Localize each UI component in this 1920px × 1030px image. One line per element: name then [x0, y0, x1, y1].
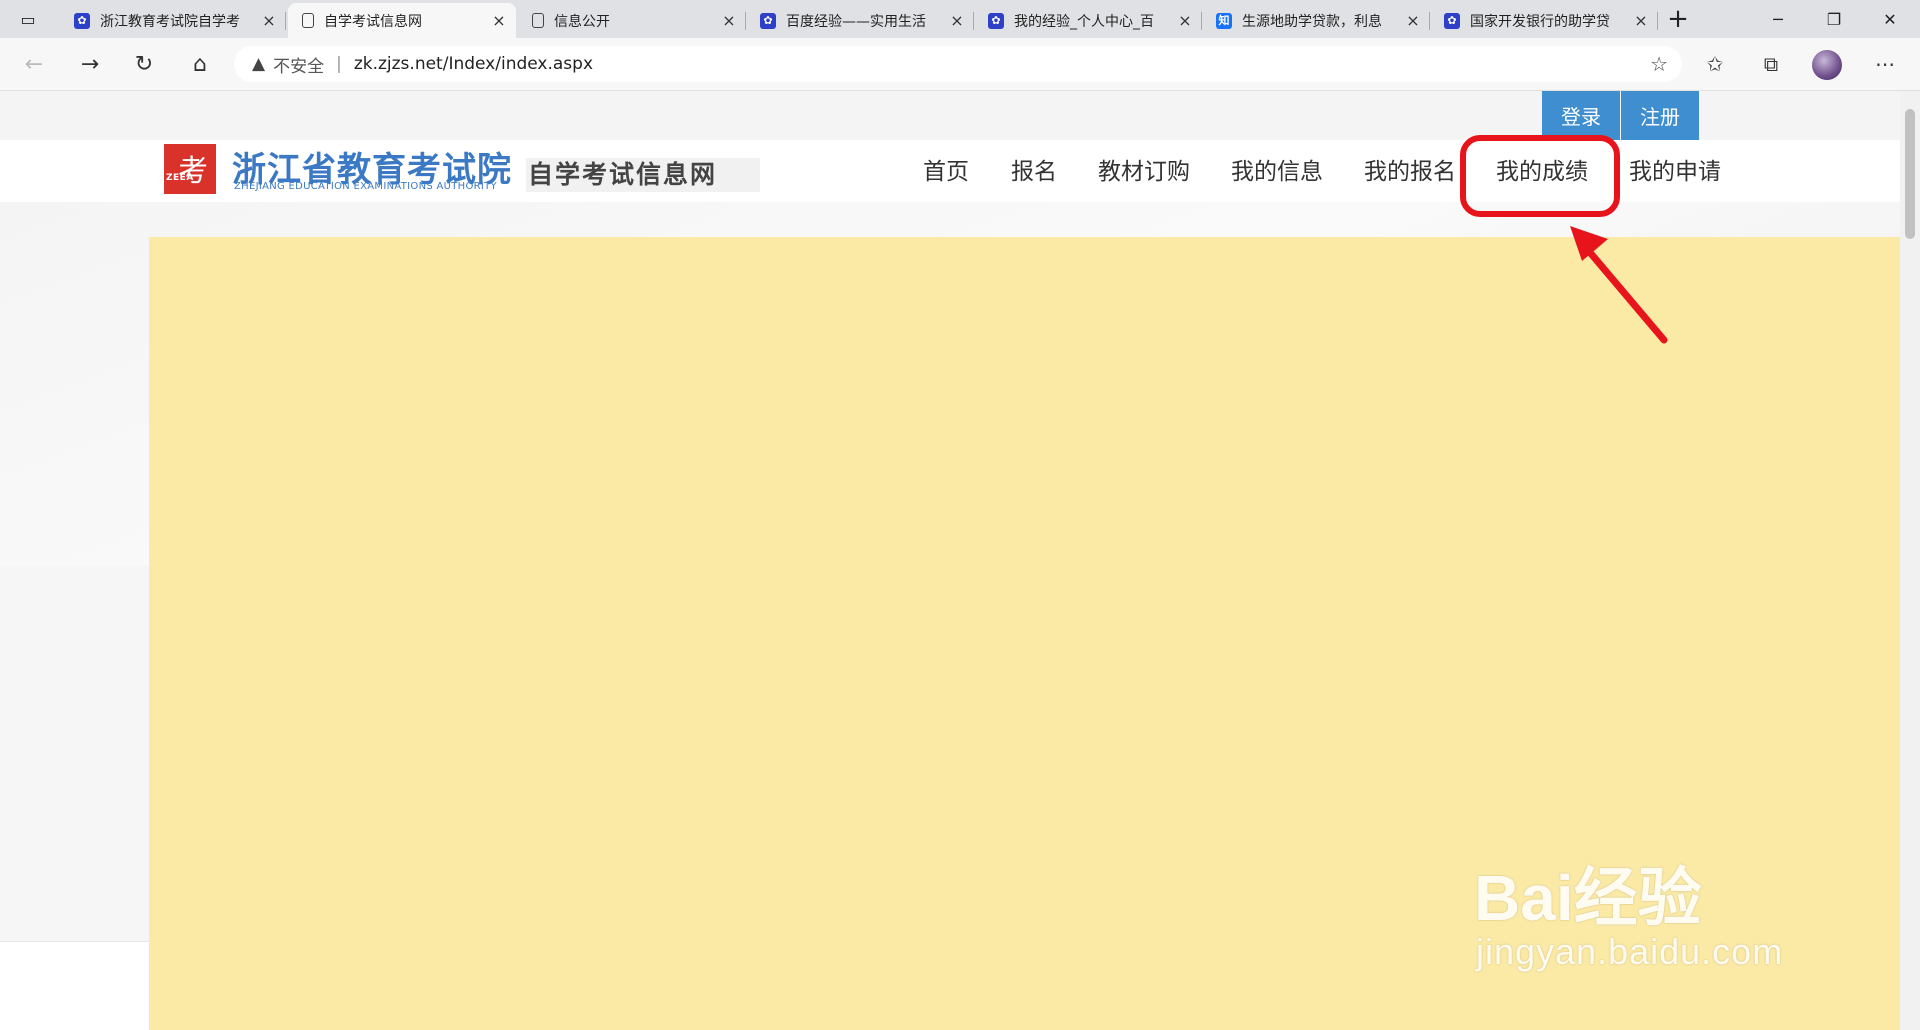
baidu-jingyan-watermark: Bai经验 jingyan.baidu.com: [1474, 821, 1834, 981]
red-arrow-icon: [1570, 226, 1668, 344]
tab-title: 百度经验——实用生活: [786, 13, 926, 30]
watermark-url: jingyan.baidu.com: [1476, 931, 1784, 972]
new-tab-button[interactable]: +: [1650, 0, 1706, 38]
favorites-icon[interactable]: ✩: [1700, 50, 1730, 78]
left-pane: [0, 566, 149, 941]
nav-home[interactable]: 首页: [923, 152, 969, 186]
nav-my-info[interactable]: 我的信息: [1231, 152, 1323, 186]
url-field[interactable]: ▲ 不安全 | zk.zjzs.net/Index/index.aspx ☆: [234, 46, 1682, 82]
forward-arrow-icon[interactable]: →: [74, 48, 106, 80]
close-icon[interactable]: ×: [1404, 11, 1422, 30]
close-icon[interactable]: ×: [1176, 11, 1194, 30]
close-icon[interactable]: ×: [720, 11, 738, 30]
watermark-main: Bai经验: [1474, 862, 1702, 934]
tab-4[interactable]: ✿ 百度经验——实用生活 ×: [746, 3, 974, 38]
more-menu-icon[interactable]: ⋯: [1870, 50, 1900, 78]
site-name-en: ZHEJIANG EDUCATION EXAMINATIONS AUTHORIT…: [234, 181, 497, 192]
zeea-logo-icon[interactable]: 考 ZEEA: [164, 144, 216, 194]
collections-icon[interactable]: ⧉: [1756, 50, 1786, 78]
bottom-left-pane: [0, 941, 149, 1030]
login-button[interactable]: 登录: [1542, 91, 1620, 140]
tab-actions-icon[interactable]: ▭: [0, 0, 56, 38]
zhihu-icon: 知: [1216, 12, 1232, 29]
page-icon: [302, 13, 314, 28]
tab-7[interactable]: ✿ 国家开发银行的助学贷 ×: [1430, 3, 1658, 38]
warning-icon[interactable]: ▲: [252, 54, 265, 74]
tab-strip: ▭ ✿ 浙江教育考试院自学考 × 自学考试信息网 × 信息公开 × ✿ 百度经验…: [0, 0, 1920, 38]
close-icon[interactable]: ×: [948, 11, 966, 30]
nav-my-registration[interactable]: 我的报名: [1364, 152, 1456, 186]
baidu-paw-icon: ✿: [988, 12, 1004, 29]
close-icon[interactable]: ×: [260, 11, 278, 30]
baidu-paw-icon: ✿: [760, 12, 776, 29]
tab-title: 自学考试信息网: [324, 13, 422, 30]
home-icon[interactable]: ⌂: [184, 48, 216, 80]
baidu-paw-icon: ✿: [1444, 12, 1460, 29]
tab-5[interactable]: ✿ 我的经验_个人中心_百 ×: [974, 3, 1202, 38]
tab-1[interactable]: ✿ 浙江教育考试院自学考 ×: [60, 3, 286, 38]
restore-icon[interactable]: ❐: [1806, 0, 1862, 38]
window-close-icon[interactable]: ✕: [1862, 0, 1918, 38]
nav-textbook-order[interactable]: 教材订购: [1098, 152, 1190, 186]
tab-title: 我的经验_个人中心_百: [1014, 13, 1154, 30]
back-arrow-icon[interactable]: ←: [18, 48, 50, 80]
tab-2[interactable]: 自学考试信息网 ×: [288, 3, 516, 38]
nav-my-applications[interactable]: 我的申请: [1629, 152, 1721, 186]
profile-avatar[interactable]: [1812, 50, 1842, 80]
add-favorite-icon[interactable]: ☆: [1650, 52, 1668, 76]
tab-title: 浙江教育考试院自学考: [100, 13, 240, 30]
scrollbar-thumb[interactable]: [1905, 109, 1915, 239]
vertical-scrollbar[interactable]: [1900, 91, 1920, 1030]
address-bar: ← → ↻ ⌂ ▲ 不安全 | zk.zjzs.net/Index/index.…: [0, 38, 1920, 91]
nav-registration[interactable]: 报名: [1011, 152, 1057, 186]
url-text[interactable]: zk.zjzs.net/Index/index.aspx: [354, 54, 593, 74]
close-icon[interactable]: ×: [490, 11, 508, 30]
page-viewport: 登录 注册 考 ZEEA 浙江省教育考试院 ZHEJIANG EDUCATION…: [0, 91, 1920, 1030]
page-icon: [532, 13, 544, 28]
close-icon[interactable]: ×: [1632, 11, 1650, 30]
highlight-box: [1460, 135, 1620, 217]
minimize-icon[interactable]: ─: [1750, 0, 1806, 38]
tab-6[interactable]: 知 生源地助学贷款，利息 ×: [1202, 3, 1430, 38]
tab-3[interactable]: 信息公开 ×: [518, 3, 746, 38]
baidu-paw-icon: ✿: [74, 12, 90, 29]
site-subtitle: 自学考试信息网: [526, 158, 760, 192]
tab-title: 国家开发银行的助学贷: [1470, 13, 1610, 30]
security-label[interactable]: 不安全: [273, 52, 324, 77]
tab-title: 信息公开: [554, 13, 610, 30]
tab-title: 生源地助学贷款，利息: [1242, 13, 1382, 30]
register-button[interactable]: 注册: [1621, 91, 1699, 140]
refresh-icon[interactable]: ↻: [128, 48, 160, 80]
